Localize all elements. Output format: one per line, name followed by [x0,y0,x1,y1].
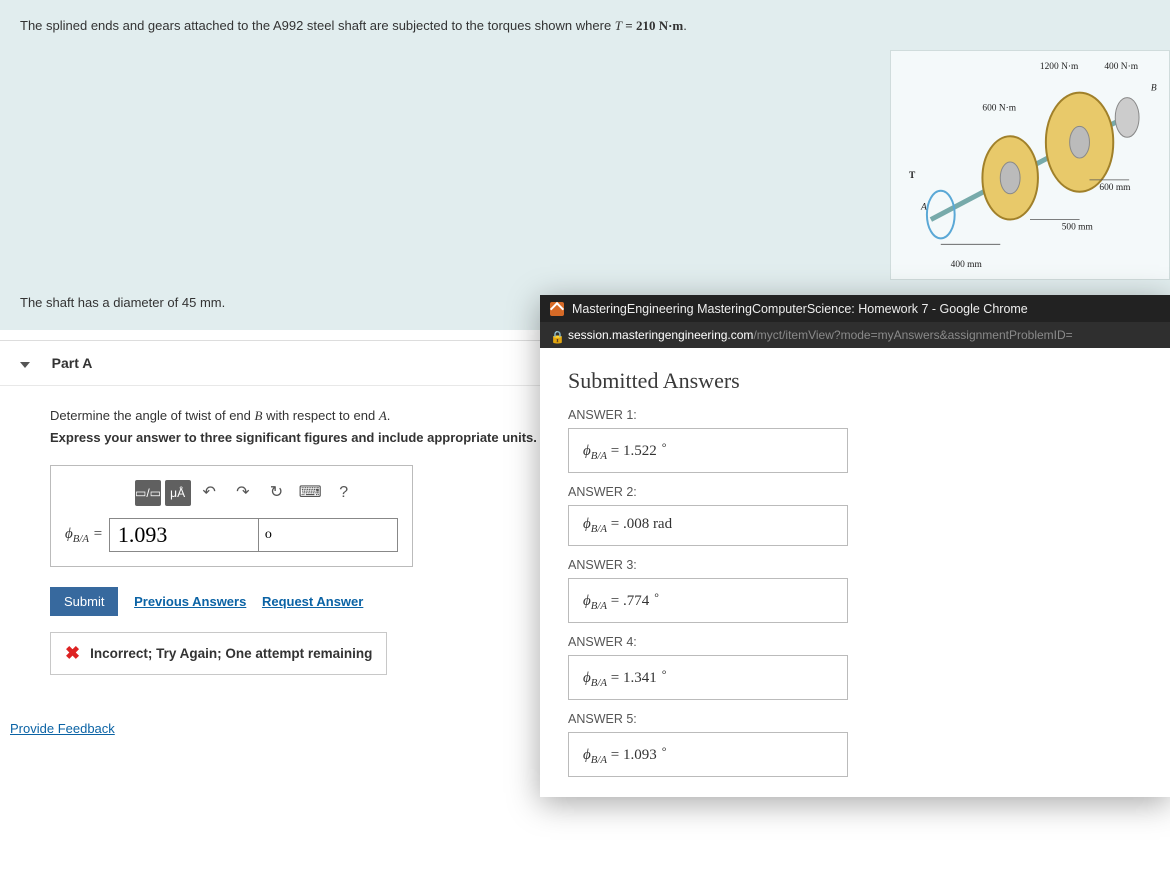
site-favicon-icon [550,302,564,316]
popup-heading: Submitted Answers [568,368,1142,394]
reset-button[interactable]: ↻ [262,480,292,506]
incorrect-icon: ✖ [65,643,80,664]
diag-d1: 400 mm [951,260,983,270]
diag-t1: 1200 N·m [1040,62,1079,72]
answers-popup-window: MasteringEngineering MasteringComputerSc… [540,295,1170,797]
answer-value-input[interactable] [109,518,259,552]
answer-label: ANSWER 1: [568,408,1142,422]
answer-value-box: ϕB/A = 1.093 ∘ [568,732,848,777]
answer-value-box: ϕB/A = 1.522 ∘ [568,428,848,473]
popup-body: Submitted Answers ANSWER 1: ϕB/A = 1.522 … [540,348,1170,797]
keyboard-button[interactable]: ⌨ [295,480,325,506]
popup-title: MasteringEngineering MasteringComputerSc… [572,302,1028,316]
diag-A: A [920,203,927,213]
undo-button[interactable]: ↶ [194,480,224,506]
problem-intro: The splined ends and gears attached to t… [20,18,1150,34]
answer-entry-box: ▭/▭ μÅ ↶ ↷ ↻ ⌨ ? ϕB/A = [50,465,413,567]
answer-value-box: ϕB/A = 1.341 ∘ [568,655,848,700]
problem-statement: The splined ends and gears attached to t… [0,0,1170,280]
url-host: session.masteringengineering.com [568,328,753,342]
feedback-box: ✖ Incorrect; Try Again; One attempt rema… [50,632,387,675]
shaft-diagram: 1200 N·m 400 N·m 600 N·m T A B 400 mm 50… [890,50,1170,280]
answer-input-row: ϕB/A = [65,518,398,552]
answer-label: ANSWER 4: [568,635,1142,649]
templates-button[interactable]: ▭/▭ [135,480,161,506]
answer-label: ANSWER 5: [568,712,1142,726]
intro-suffix: . [683,18,687,33]
lock-icon: 🔒 [550,330,560,340]
submit-button[interactable]: Submit [50,587,118,616]
answer-lhs: ϕB/A = [65,526,109,545]
diag-t3: 600 N·m [982,103,1016,113]
answer-value-box: ϕB/A = .008 rad [568,505,848,546]
units-button[interactable]: μÅ [165,480,191,506]
answer-label: ANSWER 3: [568,558,1142,572]
diag-d2: 500 mm [1062,222,1094,232]
intro-text: The splined ends and gears attached to t… [20,18,615,33]
popup-titlebar[interactable]: MasteringEngineering MasteringComputerSc… [540,296,1170,322]
feedback-message: Incorrect; Try Again; One attempt remain… [90,646,372,661]
torque-var: T [615,18,622,33]
url-path: /myct/itemView?mode=myAnswers&assignment… [753,328,1072,342]
answers-list: ANSWER 1: ϕB/A = 1.522 ∘ ANSWER 2: ϕB/A = .… [568,408,1142,777]
diag-t2: 400 N·m [1104,62,1138,72]
equation-toolbar: ▭/▭ μÅ ↶ ↷ ↻ ⌨ ? [135,480,398,506]
diag-d3: 600 mm [1099,183,1131,193]
popup-urlbar[interactable]: 🔒 session.masteringengineering.com/myct/… [540,322,1170,348]
diag-T: T [909,171,916,181]
request-answer-link[interactable]: Request Answer [262,594,363,609]
answer-label: ANSWER 2: [568,485,1142,499]
help-button[interactable]: ? [329,480,359,506]
redo-button[interactable]: ↷ [228,480,258,506]
torque-val: = 210 N·m [622,18,683,33]
answer-value-box: ϕB/A = .774 ∘ [568,578,848,623]
diag-B: B [1151,84,1157,94]
previous-answers-link[interactable]: Previous Answers [134,594,246,609]
part-title: Part A [52,355,93,371]
provide-feedback-link[interactable]: Provide Feedback [10,721,115,736]
collapse-caret-icon[interactable] [20,362,30,368]
answer-unit-input[interactable] [258,518,398,552]
